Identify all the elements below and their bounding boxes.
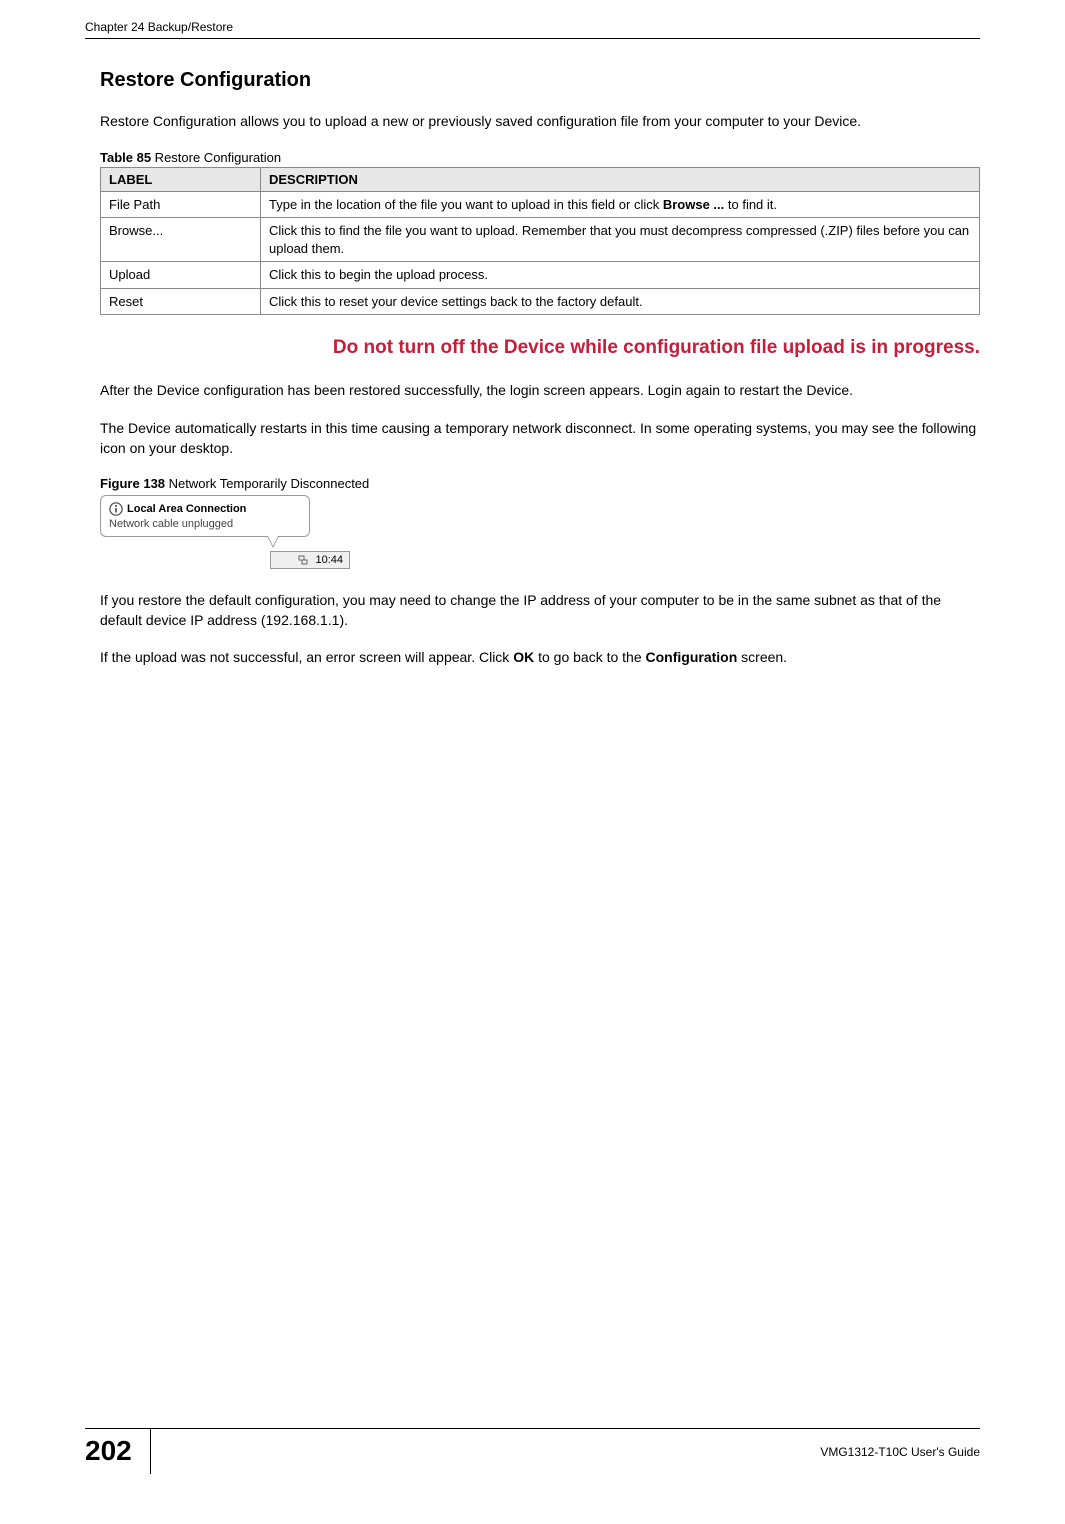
guide-name: VMG1312-T10C User's Guide xyxy=(820,1445,980,1459)
p2-part-d: screen. xyxy=(737,649,787,665)
network-icon xyxy=(297,554,309,566)
table-row: Upload Click this to begin the upload pr… xyxy=(101,262,980,289)
system-tray: 10:44 xyxy=(270,551,350,569)
p2-bold-config: Configuration xyxy=(646,649,738,665)
table-caption: Table 85 Restore Configuration xyxy=(100,150,980,165)
cell-desc: Type in the location of the file you wan… xyxy=(261,191,980,218)
info-icon xyxy=(109,502,123,516)
balloon-tail-inner xyxy=(268,536,278,546)
cell-label: Reset xyxy=(101,288,261,315)
table-row: File Path Type in the location of the fi… xyxy=(101,191,980,218)
page-number: 202 xyxy=(85,1429,151,1474)
table-row: Reset Click this to reset your device se… xyxy=(101,288,980,315)
figure-network-disconnected: Local Area Connection Network cable unpl… xyxy=(100,495,980,569)
cell-desc-text: Type in the location of the file you wan… xyxy=(269,197,663,212)
cell-label: Browse... xyxy=(101,218,261,262)
cell-desc-after: to find it. xyxy=(724,197,777,212)
balloon-title: Local Area Connection xyxy=(127,503,246,515)
post-restore-text-2: The Device automatically restarts in thi… xyxy=(100,419,980,458)
p2-part-c: to go back to the xyxy=(534,649,645,665)
post-restore-text-1: After the Device configuration has been … xyxy=(100,381,980,401)
section-title: Restore Configuration xyxy=(100,69,980,92)
balloon-message: Network cable unplugged xyxy=(109,518,301,530)
cell-desc: Click this to find the file you want to … xyxy=(261,218,980,262)
table-row: Browse... Click this to find the file yo… xyxy=(101,218,980,262)
notification-balloon: Local Area Connection Network cable unpl… xyxy=(100,495,310,537)
col-description: DESCRIPTION xyxy=(261,167,980,191)
footer-line: 202 VMG1312-T10C User's Guide xyxy=(85,1428,980,1474)
table-number: Table 85 xyxy=(100,150,151,165)
figure-number: Figure 138 xyxy=(100,476,165,491)
post-figure-text-2: If the upload was not successful, an err… xyxy=(100,648,980,668)
table-header-row: LABEL DESCRIPTION xyxy=(101,167,980,191)
restore-config-table: LABEL DESCRIPTION File Path Type in the … xyxy=(100,167,980,316)
section-intro: Restore Configuration allows you to uplo… xyxy=(100,112,980,132)
figure-caption-text: Network Temporarily Disconnected xyxy=(165,476,369,491)
p2-part-a: If the upload was not successful, an err… xyxy=(100,649,513,665)
cell-label: Upload xyxy=(101,262,261,289)
page-header: Chapter 24 Backup/Restore xyxy=(85,20,980,39)
cell-label: File Path xyxy=(101,191,261,218)
cell-desc: Click this to begin the upload process. xyxy=(261,262,980,289)
page-footer: 202 VMG1312-T10C User's Guide xyxy=(85,1428,980,1474)
cell-desc: Click this to reset your device settings… xyxy=(261,288,980,315)
p2-bold-ok: OK xyxy=(513,649,534,665)
balloon-title-row: Local Area Connection xyxy=(109,502,301,516)
col-label: LABEL xyxy=(101,167,261,191)
tray-clock: 10:44 xyxy=(315,554,343,566)
warning-callout: Do not turn off the Device while configu… xyxy=(100,337,980,359)
cell-desc-bold: Browse ... xyxy=(663,197,724,212)
table-caption-text: Restore Configuration xyxy=(151,150,281,165)
figure-caption: Figure 138 Network Temporarily Disconnec… xyxy=(100,476,980,491)
chapter-title: Chapter 24 Backup/Restore xyxy=(85,20,233,34)
post-figure-text-1: If you restore the default configuration… xyxy=(100,591,980,630)
